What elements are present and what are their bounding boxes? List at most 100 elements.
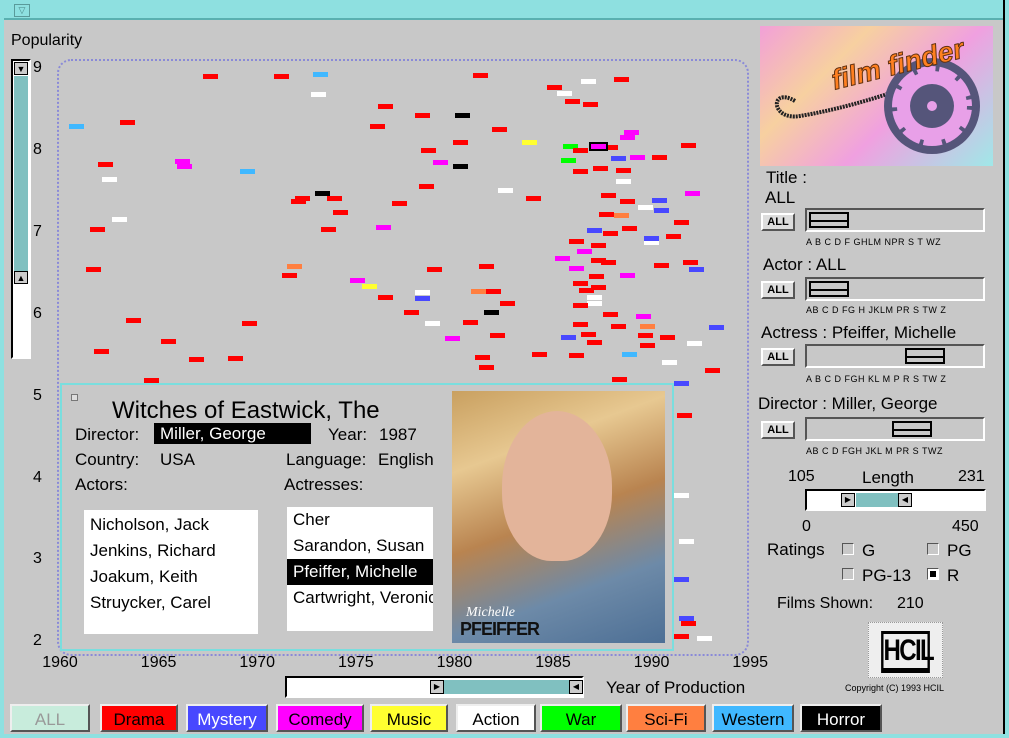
actresses-list[interactable]: Cher Sarandon, Susan Pfeiffer, Michelle … (287, 507, 433, 631)
film-point-comedy[interactable] (569, 265, 585, 271)
film-point-drama[interactable] (600, 192, 616, 198)
film-point-western[interactable] (622, 351, 638, 357)
film-point-comedy[interactable] (685, 191, 701, 197)
film-point-mystery[interactable] (415, 296, 431, 302)
film-point-action[interactable] (425, 320, 441, 326)
film-point-drama[interactable] (598, 211, 614, 217)
slider-min-handle[interactable]: ▶ (430, 680, 444, 694)
film-point-drama[interactable] (403, 310, 419, 316)
film-point-music[interactable] (521, 139, 537, 145)
list-item[interactable]: Sarandon, Susan (287, 533, 433, 559)
film-point-drama[interactable] (427, 266, 443, 272)
director-slider[interactable] (805, 417, 985, 441)
film-point-action[interactable] (102, 177, 118, 183)
film-point-action[interactable] (616, 179, 632, 185)
film-point-drama[interactable] (478, 264, 494, 270)
film-point-drama[interactable] (391, 201, 407, 207)
actor-slider[interactable] (805, 277, 985, 301)
film-point-drama[interactable] (462, 319, 478, 325)
slider-thumb[interactable] (892, 421, 932, 437)
film-point-drama[interactable] (602, 311, 618, 317)
film-point-action[interactable] (586, 301, 602, 307)
film-point-drama[interactable] (683, 260, 699, 266)
film-point-comedy[interactable] (620, 134, 636, 140)
film-point-drama[interactable] (500, 301, 516, 307)
film-point-drama[interactable] (531, 351, 547, 357)
film-point-drama[interactable] (588, 274, 604, 280)
film-point-drama[interactable] (370, 124, 386, 130)
film-point-drama[interactable] (490, 332, 506, 338)
film-point-drama[interactable] (665, 233, 681, 239)
film-point-drama[interactable] (378, 103, 394, 109)
film-point-drama[interactable] (573, 280, 589, 286)
film-point-action[interactable] (697, 636, 713, 642)
film-point-action[interactable] (415, 289, 431, 295)
film-point-drama[interactable] (565, 98, 581, 104)
film-point-mystery[interactable] (673, 381, 689, 387)
rating-pg-checkbox[interactable] (927, 543, 939, 555)
film-point-drama[interactable] (677, 413, 693, 419)
year-range-slider[interactable]: ▶ ◀ (285, 676, 584, 698)
film-point-drama[interactable] (681, 142, 697, 148)
film-point-drama[interactable] (547, 84, 563, 90)
film-point-mystery[interactable] (586, 228, 602, 234)
film-point-horror[interactable] (452, 164, 468, 170)
film-point-mystery[interactable] (689, 266, 705, 272)
film-point-comedy[interactable] (577, 248, 593, 254)
genre-western-button[interactable]: Western (712, 704, 794, 732)
film-point-drama[interactable] (586, 340, 602, 346)
genre-mystery-button[interactable]: Mystery (186, 704, 268, 732)
film-point-drama[interactable] (320, 227, 336, 233)
film-point-western[interactable] (313, 71, 329, 77)
slider-max-handle[interactable]: ▼ (14, 62, 28, 75)
film-point-comedy[interactable] (376, 224, 392, 230)
film-point-mystery[interactable] (651, 197, 667, 203)
film-point-drama[interactable] (161, 338, 177, 344)
film-point-comedy[interactable] (630, 155, 646, 161)
film-point-drama[interactable] (616, 168, 632, 174)
film-point-sci-fi[interactable] (614, 213, 630, 219)
film-point-action[interactable] (557, 90, 573, 96)
slider-max-handle[interactable]: ◀ (898, 493, 912, 507)
title-slider[interactable] (805, 208, 985, 232)
film-point-sci-fi[interactable] (470, 288, 486, 294)
slider-max-handle[interactable]: ◀ (569, 680, 583, 694)
film-point-action[interactable] (586, 295, 602, 301)
film-point-drama[interactable] (125, 318, 141, 324)
film-point-drama[interactable] (492, 126, 508, 132)
film-point-action[interactable] (580, 79, 596, 85)
genre-comedy-button[interactable]: Comedy (276, 704, 364, 732)
genre-music-button[interactable]: Music (370, 704, 448, 732)
film-point-action[interactable] (311, 92, 327, 98)
film-point-drama[interactable] (600, 260, 616, 266)
film-point-drama[interactable] (673, 219, 689, 225)
actress-all-button[interactable]: ALL (761, 348, 795, 366)
film-point-mystery[interactable] (673, 577, 689, 583)
film-point-sci-fi[interactable] (287, 264, 303, 270)
rating-g-checkbox[interactable] (842, 543, 854, 555)
slider-thumb[interactable] (905, 348, 945, 364)
film-point-drama[interactable] (580, 332, 596, 338)
film-point-drama[interactable] (94, 349, 110, 355)
film-point-action[interactable] (687, 341, 703, 347)
list-item[interactable]: Cher (287, 507, 433, 533)
film-point-drama[interactable] (472, 73, 488, 79)
film-point-drama[interactable] (90, 227, 106, 233)
film-point-horror[interactable] (484, 310, 500, 316)
film-point-drama[interactable] (86, 266, 102, 272)
film-point-drama[interactable] (326, 196, 342, 202)
list-item[interactable]: Struycker, Carel (84, 590, 258, 616)
film-point-action[interactable] (661, 360, 677, 366)
film-point-drama[interactable] (620, 198, 636, 204)
film-point-action[interactable] (638, 205, 654, 211)
genre-action-button[interactable]: Action (456, 704, 536, 732)
genre-horror-button[interactable]: Horror (800, 704, 882, 732)
film-point-drama[interactable] (573, 169, 589, 175)
slider-min-handle[interactable]: ▶ (841, 493, 855, 507)
film-point-drama[interactable] (421, 147, 437, 153)
film-point-mystery[interactable] (653, 207, 669, 213)
film-point-western[interactable] (240, 169, 256, 175)
film-point-drama[interactable] (569, 352, 585, 358)
film-point-action[interactable] (679, 539, 695, 545)
film-point-comedy[interactable] (555, 256, 571, 261)
